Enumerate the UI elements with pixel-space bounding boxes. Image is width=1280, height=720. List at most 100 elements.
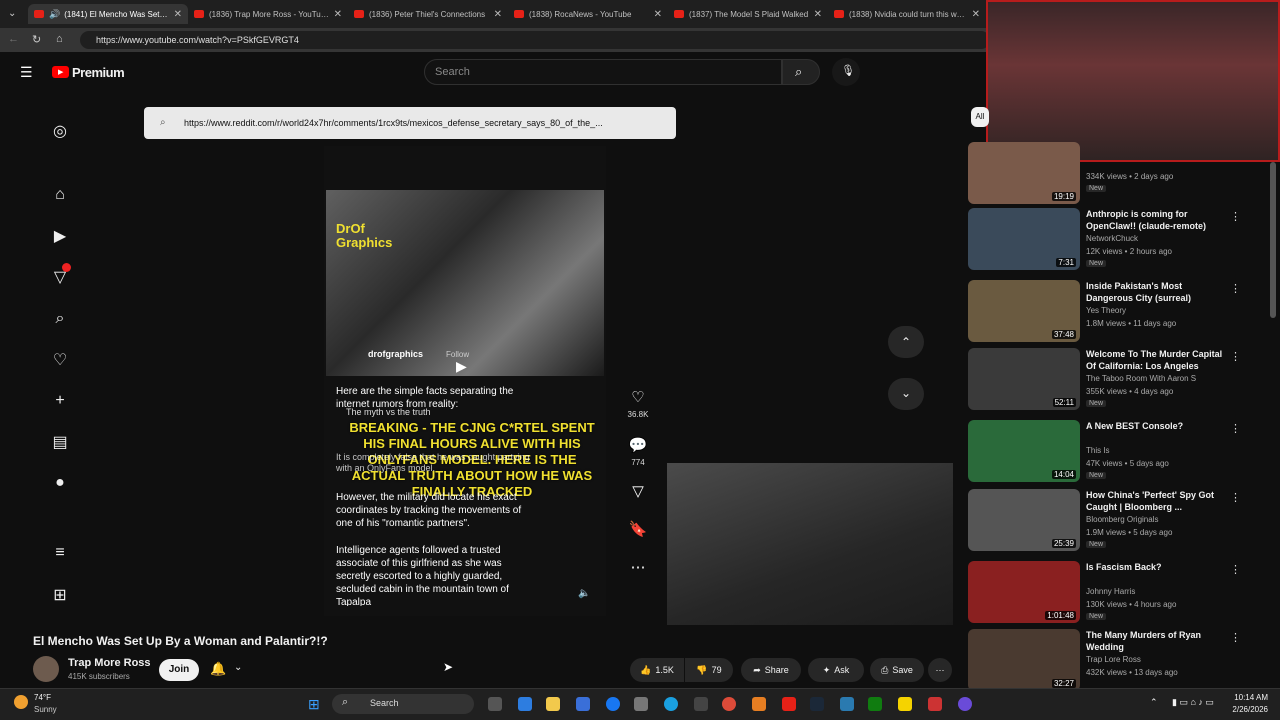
rec-item[interactable]: 1:01:48 Is Fascism Back? Johnny Harris 130K… bbox=[968, 561, 1258, 627]
tab-1[interactable]: (1836) Trap More Ross - YouTube ✕ bbox=[188, 4, 348, 24]
join-button[interactable]: Join bbox=[159, 659, 199, 681]
rec-thumbnail[interactable]: 7:31 bbox=[968, 208, 1080, 270]
xbox-icon[interactable] bbox=[868, 697, 882, 711]
comment-icon[interactable]: 💬 bbox=[628, 436, 648, 454]
weather-temp[interactable]: 74°F bbox=[34, 693, 51, 702]
chevron-down-icon[interactable]: ⌄ bbox=[234, 662, 242, 673]
rec-more-icon[interactable]: ⋮ bbox=[1230, 422, 1241, 435]
menu-icon[interactable]: ☰ bbox=[20, 64, 33, 81]
channel-avatar[interactable] bbox=[33, 656, 59, 682]
rec-title[interactable]: Anthropic is coming for OpenClaw!! (clau… bbox=[1086, 208, 1226, 232]
more-icon[interactable]: ⋯ bbox=[628, 558, 648, 576]
close-tab-icon[interactable]: ✕ bbox=[972, 9, 980, 20]
rec-channel[interactable]: This Is bbox=[1086, 446, 1110, 455]
rec-item[interactable]: 19:19 334K views • 2 days ago New bbox=[968, 142, 1258, 208]
play-nav-icon[interactable]: ▶ bbox=[50, 226, 70, 246]
rec-thumbnail[interactable]: 52:11 bbox=[968, 348, 1080, 410]
youtube-taskbar-icon[interactable] bbox=[782, 697, 796, 711]
dislike-button[interactable]: 👎 79 bbox=[685, 658, 733, 682]
rec-thumbnail[interactable]: 25:39 bbox=[968, 489, 1080, 551]
rec-item[interactable]: 7:31 Anthropic is coming for OpenClaw!! (… bbox=[968, 208, 1258, 274]
rec-channel[interactable]: Bloomberg Originals bbox=[1086, 515, 1158, 524]
rec-channel[interactable]: NetworkChuck bbox=[1086, 234, 1138, 243]
obs-icon[interactable] bbox=[958, 697, 972, 711]
close-tab-icon[interactable]: ✕ bbox=[814, 9, 822, 20]
rec-more-icon[interactable]: ⋮ bbox=[1230, 631, 1241, 644]
rec-title[interactable]: Inside Pakistan's Most Dangerous City (s… bbox=[1086, 280, 1226, 304]
vlc-icon[interactable] bbox=[752, 697, 766, 711]
amazon-icon[interactable] bbox=[634, 697, 648, 711]
clock-date[interactable]: 2/26/2026 bbox=[1226, 705, 1268, 714]
app-icon[interactable] bbox=[840, 697, 854, 711]
rec-more-icon[interactable]: ⋮ bbox=[1230, 210, 1241, 223]
share-button[interactable]: ➦ Share bbox=[741, 658, 801, 682]
windows-start-icon[interactable]: ⊞ bbox=[308, 696, 320, 713]
sticky-notes-icon[interactable] bbox=[898, 697, 912, 711]
menu-nav-icon[interactable]: ≡ bbox=[50, 543, 70, 563]
bell-icon[interactable]: 🔔 bbox=[210, 661, 226, 677]
clock-time[interactable]: 10:14 AM bbox=[1232, 693, 1268, 702]
link-preview-popup[interactable]: ⌕ https://www.reddit.com/r/world24x7hr/c… bbox=[144, 107, 676, 139]
tab-5[interactable]: (1838) Nvidia could turn this whole ✕ bbox=[828, 4, 986, 24]
rec-more-icon[interactable]: ⋮ bbox=[1230, 563, 1241, 576]
taskbar-search[interactable]: ⌕ Search bbox=[332, 694, 474, 714]
rec-thumbnail[interactable]: 14:04 bbox=[968, 420, 1080, 482]
rec-title[interactable]: Is Fascism Back? bbox=[1086, 561, 1226, 573]
rec-channel[interactable]: Yes Theory bbox=[1086, 306, 1126, 315]
tab-list-chevron-icon[interactable]: ⌄ bbox=[8, 8, 16, 19]
tray-icons[interactable]: ▮ ▭ ⌂ ♪ ▭ bbox=[1172, 697, 1214, 708]
rec-channel[interactable]: Johnny Harris bbox=[1086, 587, 1135, 596]
rec-item[interactable]: 37:48 Inside Pakistan's Most Dangerous Ci… bbox=[968, 280, 1258, 346]
heart-nav-icon[interactable]: ♡ bbox=[50, 350, 70, 370]
profile-nav-icon[interactable]: ● bbox=[50, 473, 70, 493]
home-icon[interactable]: ⌂ bbox=[56, 33, 63, 45]
rec-item[interactable]: 32:27 The Many Murders of Ryan Wedding Tra… bbox=[968, 629, 1258, 695]
edge-icon[interactable] bbox=[664, 697, 678, 711]
search-input[interactable]: Search bbox=[424, 59, 782, 85]
notifications-nav-icon[interactable]: ▽ bbox=[50, 263, 71, 287]
rec-channel[interactable]: The Taboo Room With Aaron S bbox=[1086, 374, 1196, 383]
copilot-icon[interactable] bbox=[518, 697, 532, 711]
mute-icon[interactable]: 🔈 bbox=[578, 588, 590, 599]
facebook-icon[interactable] bbox=[606, 697, 620, 711]
like-heart-icon[interactable]: ♡ bbox=[628, 388, 648, 406]
tab-2[interactable]: (1836) Peter Thiel's Connections ✕ bbox=[348, 4, 508, 24]
save-button[interactable]: ⎙ Save bbox=[870, 658, 924, 682]
home-nav-icon[interactable]: ⌂ bbox=[50, 185, 70, 205]
tab-3[interactable]: (1838) RocaNews - YouTube ✕ bbox=[508, 4, 668, 24]
rec-item[interactable]: 25:39 How China's 'Perfect' Spy Got Caugh… bbox=[968, 489, 1258, 555]
voice-search-button[interactable]: 🎙 bbox=[832, 58, 860, 86]
play-icon[interactable]: ▶ bbox=[456, 358, 467, 375]
rec-more-icon[interactable]: ⋮ bbox=[1230, 282, 1241, 295]
close-tab-icon[interactable]: ✕ bbox=[654, 9, 662, 20]
rec-channel[interactable]: Trap Lore Ross bbox=[1086, 655, 1141, 664]
previous-short-button[interactable]: ⌃ bbox=[888, 326, 924, 358]
rec-thumbnail[interactable]: 19:19 bbox=[968, 142, 1080, 204]
chrome-icon[interactable] bbox=[722, 697, 736, 711]
back-icon[interactable]: ← bbox=[8, 33, 19, 45]
rec-thumbnail[interactable]: 1:01:48 bbox=[968, 561, 1080, 623]
channel-name[interactable]: Trap More Ross bbox=[68, 657, 151, 669]
address-bar[interactable]: https://www.youtube.com/watch?v=PSkfGEVR… bbox=[80, 31, 990, 49]
search-button[interactable]: ⌕ bbox=[782, 59, 820, 85]
like-button[interactable]: 👍 1.5K bbox=[630, 658, 684, 682]
steam-icon[interactable] bbox=[810, 697, 824, 711]
rec-item[interactable]: 52:11 Welcome To The Murder Capital Of Ca… bbox=[968, 348, 1258, 414]
rec-thumbnail[interactable]: 37:48 bbox=[968, 280, 1080, 342]
rec-title[interactable]: A New BEST Console? bbox=[1086, 420, 1226, 432]
rec-thumbnail[interactable]: 32:27 bbox=[968, 629, 1080, 691]
rec-more-icon[interactable]: ⋮ bbox=[1230, 350, 1241, 363]
plus-nav-icon[interactable]: + bbox=[50, 391, 70, 411]
rec-title[interactable]: Welcome To The Murder Capital Of Califor… bbox=[1086, 348, 1226, 372]
store-icon[interactable] bbox=[576, 697, 590, 711]
rec-item[interactable]: 14:04 A New BEST Console? This Is 47K views… bbox=[968, 420, 1258, 486]
reload-icon[interactable]: ↻ bbox=[32, 33, 41, 46]
task-view-icon[interactable] bbox=[488, 697, 502, 711]
calculator-icon[interactable] bbox=[694, 697, 708, 711]
file-explorer-icon[interactable] bbox=[546, 697, 560, 711]
scrollbar[interactable] bbox=[1270, 162, 1276, 318]
more-actions-button[interactable]: ⋯ bbox=[928, 658, 952, 682]
close-tab-icon[interactable]: ✕ bbox=[334, 9, 342, 20]
close-tab-icon[interactable]: ✕ bbox=[174, 9, 182, 20]
bookmark-icon[interactable]: 🔖 bbox=[628, 520, 648, 538]
